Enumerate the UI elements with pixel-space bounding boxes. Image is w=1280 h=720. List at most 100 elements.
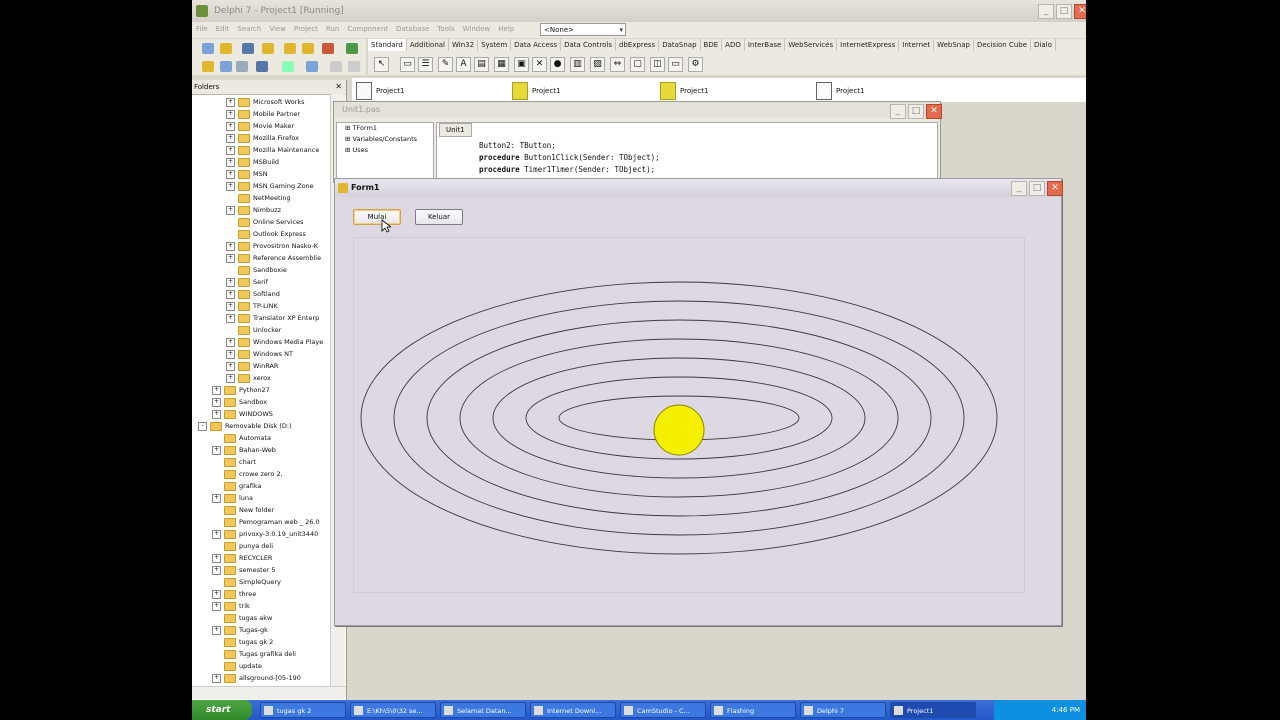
code-explorer-item[interactable]: ⊞ Variables/Constants (337, 134, 433, 145)
tree-item[interactable]: update (212, 660, 262, 672)
button-icon[interactable]: ▣ (514, 57, 529, 72)
tree-item[interactable]: + semester 5 (212, 564, 276, 576)
tree-item[interactable]: + WINDOWS (212, 408, 273, 420)
tree-item[interactable]: crowe zero 2, (212, 468, 283, 480)
tab-win32[interactable]: Win32 (449, 39, 479, 51)
tree-item[interactable]: + Mobile Partner (226, 108, 300, 120)
tree-item[interactable]: + xerox (226, 372, 271, 384)
expand-icon[interactable]: + (212, 445, 221, 455)
expand-icon[interactable]: + (226, 337, 235, 347)
tab-websnap[interactable]: WebSnap (934, 39, 974, 51)
tree-item[interactable]: grafika (212, 480, 262, 492)
taskbar-button[interactable]: Project1 (890, 702, 976, 718)
tree-item[interactable]: + MSN (226, 168, 268, 180)
radiogroup-icon[interactable]: ◫ (650, 57, 665, 72)
expand-icon[interactable]: + (226, 169, 235, 179)
tree-item[interactable]: + Microsoft Works (226, 96, 305, 108)
tree-item[interactable]: + Bahan-Web (212, 444, 276, 456)
taskbar-button[interactable]: Internet Downl... (530, 702, 616, 718)
expand-icon[interactable]: + (226, 109, 235, 119)
save-icon[interactable] (242, 43, 254, 54)
expand-icon[interactable]: + (212, 625, 221, 635)
expand-icon[interactable]: + (226, 157, 235, 167)
expand-icon[interactable]: + (212, 673, 221, 683)
tree-item[interactable]: + RECYCLER (212, 552, 272, 564)
menu-run[interactable]: Run (322, 22, 343, 36)
expand-icon[interactable]: + (226, 241, 235, 251)
help-icon[interactable] (346, 43, 358, 54)
tree-item[interactable]: - Removable Disk (D:) (198, 420, 292, 432)
taskbar-button[interactable]: Selamat Datan... (440, 702, 526, 718)
tab-ado[interactable]: ADO (722, 39, 745, 51)
tree-item[interactable]: + Translator XP Enterp (226, 312, 319, 324)
tree-item[interactable]: + allsground-[05-190 (212, 672, 301, 684)
tab-bde[interactable]: BDE (701, 39, 723, 51)
expand-icon[interactable]: + (226, 361, 235, 371)
tree-item[interactable]: Pemograman web _ 26.0 (212, 516, 320, 528)
add-file-icon[interactable] (302, 43, 314, 54)
panel-icon[interactable]: ▭ (668, 57, 683, 72)
expand-icon[interactable]: + (226, 277, 235, 287)
tab-internetexpress[interactable]: InternetExpress (837, 39, 900, 51)
expand-icon[interactable]: + (212, 409, 221, 419)
close-button[interactable]: ✕ (1074, 4, 1086, 19)
tab-additional[interactable]: Additional (407, 39, 449, 51)
exit-button[interactable]: Keluar (415, 209, 463, 225)
taskbar-button[interactable]: CamStudio - C... (620, 702, 706, 718)
minimize-button[interactable]: _ (1038, 4, 1054, 19)
expand-icon[interactable]: + (226, 289, 235, 299)
maximize-button[interactable]: □ (1029, 181, 1045, 196)
expand-icon[interactable]: + (226, 181, 235, 191)
expand-icon[interactable]: + (226, 133, 235, 143)
tree-item[interactable]: + privoxy-3.0.19_unit3440 (212, 528, 318, 540)
code-pane[interactable]: Unit1 Button2: TButton; procedure Button1… (436, 122, 938, 182)
expand-icon[interactable]: + (226, 313, 235, 323)
scrollbar-icon[interactable]: ⇔ (610, 57, 625, 72)
expand-icon[interactable]: + (212, 397, 221, 407)
tree-item[interactable]: chart (212, 456, 256, 468)
tree-item[interactable]: + Provositron Nasko-K (226, 240, 318, 252)
menu-tools[interactable]: Tools (433, 22, 458, 36)
edit-icon[interactable]: ▤ (474, 57, 489, 72)
main-menu-icon[interactable]: ☰ (418, 57, 433, 72)
tree-item[interactable]: + Python27 (212, 384, 270, 396)
tree-item[interactable]: punya deli (212, 540, 273, 552)
tree-item[interactable]: + Softland (226, 288, 280, 300)
open-icon[interactable] (220, 43, 232, 54)
maximize-button[interactable]: □ (908, 104, 924, 119)
close-button[interactable]: ✕ (1047, 181, 1063, 196)
view-unit-icon[interactable] (202, 61, 214, 72)
open-project-icon[interactable] (284, 43, 296, 54)
expand-icon[interactable]: + (226, 145, 235, 155)
desktop-layout-combo[interactable]: <None> (540, 23, 626, 37)
frame-icon[interactable]: ▭ (400, 57, 415, 72)
tree-item[interactable]: tugas akw (212, 612, 272, 624)
minimize-button[interactable]: _ (890, 104, 906, 119)
tree-item[interactable]: Tugas grafika deli (212, 648, 296, 660)
tree-item[interactable]: + Mozilla Maintenance (226, 144, 319, 156)
remove-file-icon[interactable] (322, 43, 334, 54)
taskbar-button[interactable]: E:\Kh\5\0\32 se... (350, 702, 436, 718)
menu-search[interactable]: Search (233, 22, 265, 36)
menu-database[interactable]: Database (392, 22, 433, 36)
tree-item[interactable]: Sandboxie (226, 264, 287, 276)
save-all-icon[interactable] (262, 43, 274, 54)
memo-icon[interactable]: ▦ (494, 57, 509, 72)
close-button[interactable]: ✕ (926, 104, 942, 119)
menu-window[interactable]: Window (459, 22, 495, 36)
project-item[interactable]: Project1 (660, 82, 708, 100)
tree-item[interactable]: + Sandbox (212, 396, 267, 408)
expand-icon[interactable]: + (212, 601, 221, 611)
expand-icon[interactable]: + (226, 97, 235, 107)
project-item[interactable]: Project1 (512, 82, 560, 100)
tree-item[interactable]: + MSBuild (226, 156, 279, 168)
new-icon[interactable] (202, 43, 214, 54)
close-icon[interactable]: ✕ (335, 80, 342, 94)
expand-icon[interactable]: + (212, 385, 221, 395)
maximize-button[interactable]: □ (1056, 4, 1072, 19)
menu-component[interactable]: Component (343, 22, 392, 36)
collapse-icon[interactable]: - (198, 421, 207, 431)
delphi-titlebar[interactable]: Delphi 7 - Project1 [Running] _ □ ✕ (192, 0, 1086, 22)
expand-icon[interactable]: + (226, 253, 235, 263)
label-icon[interactable]: A (456, 57, 471, 72)
